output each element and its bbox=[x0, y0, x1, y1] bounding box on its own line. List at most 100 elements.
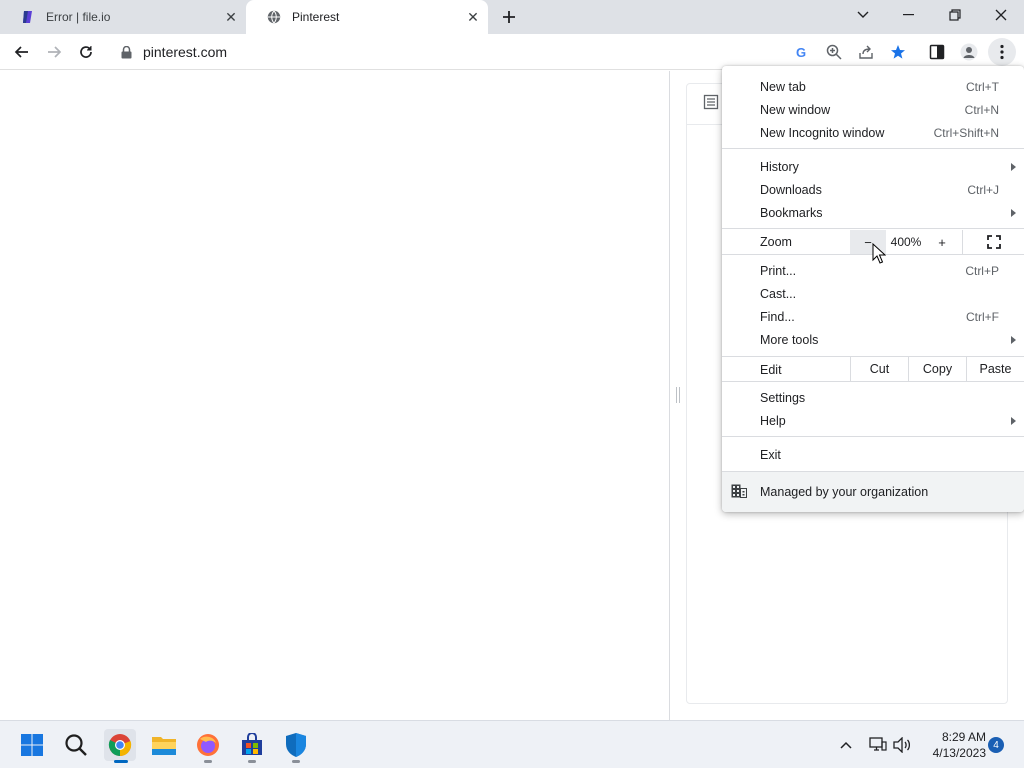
menu-item-label: Cast... bbox=[760, 286, 797, 301]
minimize-icon[interactable] bbox=[886, 0, 932, 30]
menu-item-new-tab[interactable]: New tab Ctrl+T bbox=[722, 75, 1024, 98]
lock-icon[interactable] bbox=[119, 45, 133, 59]
menu-item-label: New Incognito window bbox=[760, 125, 885, 140]
clock-time: 8:29 AM bbox=[941, 730, 986, 744]
menu-item-find[interactable]: Find... Ctrl+F bbox=[722, 305, 1024, 328]
zoom-label: Zoom bbox=[760, 235, 792, 249]
menu-item-exit[interactable]: Exit bbox=[722, 443, 1024, 466]
windows-start-icon[interactable] bbox=[16, 729, 48, 761]
menu-item-new-window[interactable]: New window Ctrl+N bbox=[722, 98, 1024, 121]
menu-item-history[interactable]: History bbox=[722, 155, 1024, 178]
menu-item-shortcut: Ctrl+T bbox=[966, 79, 999, 94]
paste-button[interactable]: Paste bbox=[966, 357, 1024, 381]
volume-icon[interactable] bbox=[886, 729, 918, 761]
file-explorer-icon[interactable] bbox=[148, 729, 180, 761]
menu-item-more-tools[interactable]: More tools bbox=[722, 328, 1024, 351]
url-text: pinterest.com bbox=[143, 44, 228, 60]
zoom-icon[interactable] bbox=[820, 38, 848, 66]
zoom-in-button[interactable]: + bbox=[928, 230, 956, 254]
menu-separator bbox=[722, 148, 1024, 149]
menu-item-label: Settings bbox=[760, 390, 806, 405]
menu-item-cast[interactable]: Cast... bbox=[722, 282, 1024, 305]
toolbar: pinterest.com G bbox=[0, 34, 1024, 70]
submenu-arrow-icon bbox=[1011, 335, 1016, 344]
notification-badge[interactable]: 4 bbox=[988, 737, 1004, 753]
windows-security-icon[interactable] bbox=[280, 729, 312, 761]
active-app-indicator bbox=[114, 760, 128, 763]
running-app-indicator bbox=[248, 760, 256, 763]
menu-item-settings[interactable]: Settings bbox=[722, 386, 1024, 409]
close-window-icon[interactable] bbox=[978, 0, 1024, 30]
mouse-cursor-icon bbox=[872, 242, 887, 265]
tab-title: Pinterest bbox=[292, 10, 340, 24]
forward-button[interactable] bbox=[40, 38, 68, 66]
tab-strip: Error | file.io ✕ Pinterest ✕ bbox=[0, 0, 1024, 34]
close-tab-icon[interactable]: ✕ bbox=[464, 8, 482, 26]
menu-item-label: New window bbox=[760, 102, 831, 117]
google-translate-icon[interactable]: G bbox=[788, 38, 816, 66]
bookmark-star-icon[interactable] bbox=[884, 38, 912, 66]
side-panel-divider bbox=[669, 71, 670, 720]
tab-file-io[interactable]: Error | file.io ✕ bbox=[0, 0, 246, 34]
menu-separator bbox=[722, 436, 1024, 437]
submenu-arrow-icon bbox=[1011, 162, 1016, 171]
building-icon bbox=[731, 484, 747, 501]
menu-item-label: New tab bbox=[760, 79, 806, 94]
zoom-level: 400% bbox=[890, 235, 922, 249]
menu-item-label: Exit bbox=[760, 447, 781, 462]
managed-by-organization[interactable]: Managed by your organization bbox=[722, 472, 1024, 512]
taskbar: 8:29 AM 4/13/2023 4 bbox=[0, 720, 1024, 768]
new-tab-button[interactable] bbox=[497, 5, 521, 29]
menu-item-label: Downloads bbox=[760, 182, 822, 197]
cut-button[interactable]: Cut bbox=[850, 357, 908, 381]
running-app-indicator bbox=[292, 760, 300, 763]
menu-item-label: Find... bbox=[760, 309, 795, 324]
fullscreen-button[interactable] bbox=[962, 230, 1024, 254]
reload-button[interactable] bbox=[72, 38, 100, 66]
menu-separator bbox=[722, 381, 1024, 382]
tab-pinterest[interactable]: Pinterest ✕ bbox=[246, 0, 488, 34]
resize-handle[interactable] bbox=[676, 387, 680, 403]
menu-kebab-icon[interactable] bbox=[988, 38, 1016, 66]
show-hidden-icons-chevron-icon[interactable] bbox=[830, 729, 862, 761]
menu-item-label: More tools bbox=[760, 332, 819, 347]
menu-item-label: Bookmarks bbox=[760, 205, 823, 220]
submenu-arrow-icon bbox=[1011, 416, 1016, 425]
clock-date: 4/13/2023 bbox=[932, 746, 986, 760]
menu-item-shortcut: Ctrl+J bbox=[967, 182, 999, 197]
menu-separator bbox=[722, 228, 1024, 229]
edit-row: Edit Cut Copy Paste bbox=[722, 357, 1024, 381]
chrome-taskbar-icon[interactable] bbox=[104, 729, 136, 761]
edit-label: Edit bbox=[760, 363, 782, 377]
svg-text:G: G bbox=[796, 45, 806, 59]
reading-list-icon[interactable] bbox=[703, 94, 719, 115]
copy-button[interactable]: Copy bbox=[908, 357, 966, 381]
system-clock[interactable]: 8:29 AM 4/13/2023 bbox=[920, 729, 986, 761]
menu-item-shortcut: Ctrl+F bbox=[966, 309, 999, 324]
firefox-icon[interactable] bbox=[192, 729, 224, 761]
menu-item-bookmarks[interactable]: Bookmarks bbox=[722, 201, 1024, 224]
tab-title: Error | file.io bbox=[46, 10, 111, 24]
menu-item-new-incognito-window[interactable]: New Incognito window Ctrl+Shift+N bbox=[722, 121, 1024, 144]
back-button[interactable] bbox=[8, 38, 36, 66]
search-icon[interactable] bbox=[60, 729, 92, 761]
managed-label: Managed by your organization bbox=[760, 485, 929, 499]
chrome-menu: New tab Ctrl+T New window Ctrl+N New Inc… bbox=[722, 66, 1024, 512]
menu-item-shortcut: Ctrl+P bbox=[965, 263, 999, 278]
globe-icon bbox=[266, 9, 282, 25]
close-tab-icon[interactable]: ✕ bbox=[222, 8, 240, 26]
restore-icon[interactable] bbox=[932, 0, 978, 30]
microsoft-store-icon[interactable] bbox=[236, 729, 268, 761]
menu-item-downloads[interactable]: Downloads Ctrl+J bbox=[722, 178, 1024, 201]
menu-item-shortcut: Ctrl+Shift+N bbox=[933, 125, 999, 140]
menu-item-shortcut: Ctrl+N bbox=[964, 102, 999, 117]
fullscreen-icon bbox=[986, 235, 1001, 249]
tab-search-icon[interactable] bbox=[840, 0, 886, 30]
menu-item-label: Help bbox=[760, 413, 786, 428]
side-panel-icon[interactable] bbox=[923, 38, 951, 66]
share-icon[interactable] bbox=[852, 38, 880, 66]
menu-item-help[interactable]: Help bbox=[722, 409, 1024, 432]
menu-item-label: History bbox=[760, 159, 799, 174]
profile-icon[interactable] bbox=[955, 38, 983, 66]
menu-item-label: Print... bbox=[760, 263, 797, 278]
